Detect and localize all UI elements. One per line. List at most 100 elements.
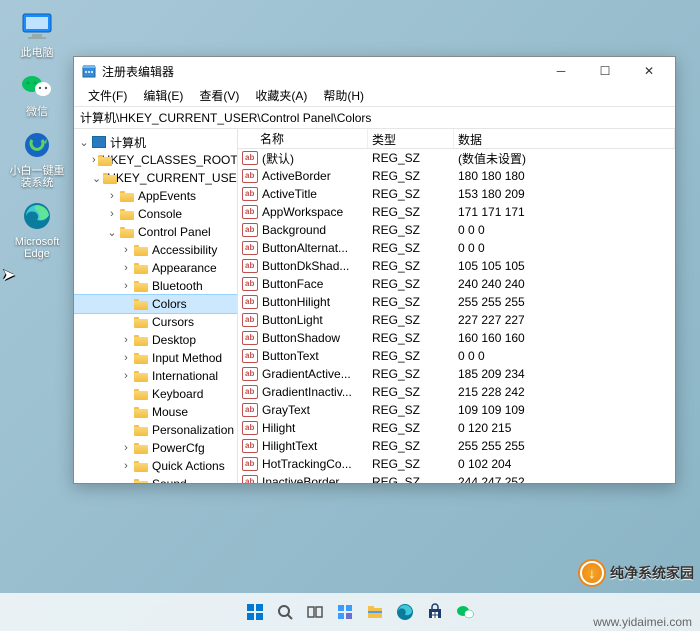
reg-string-icon: [242, 457, 258, 471]
tree-node[interactable]: Colors: [74, 295, 237, 313]
menu-fav[interactable]: 收藏夹(A): [247, 85, 315, 106]
folder-icon: [134, 262, 148, 274]
twisty-icon[interactable]: ›: [92, 154, 96, 166]
minimize-button[interactable]: ─: [539, 57, 583, 85]
taskbar-start-button[interactable]: [243, 600, 267, 624]
menu-file[interactable]: 文件(F): [80, 85, 135, 106]
taskbar-store-button[interactable]: [423, 600, 447, 624]
list-header[interactable]: 名称 类型 数据: [238, 129, 675, 149]
list-row[interactable]: HilightTextREG_SZ255 255 255: [238, 437, 675, 455]
list-row[interactable]: ButtonLightREG_SZ227 227 227: [238, 311, 675, 329]
taskbar[interactable]: www.yidaimei.com: [0, 593, 700, 631]
list-row[interactable]: ButtonAlternat...REG_SZ0 0 0: [238, 239, 675, 257]
tree-node[interactable]: ›Console: [74, 205, 237, 223]
taskbar-taskview-button[interactable]: [303, 600, 327, 624]
tree-node[interactable]: ›International: [74, 367, 237, 385]
desktop-icon-installer[interactable]: 小白一键重装系统: [6, 128, 68, 189]
twisty-icon[interactable]: ›: [120, 244, 132, 256]
taskbar-wechat-button[interactable]: [453, 600, 477, 624]
menubar: 文件(F) 编辑(E) 查看(V) 收藏夹(A) 帮助(H): [74, 85, 675, 107]
folder-icon: [120, 208, 134, 220]
desktop-icon-pc[interactable]: 此电脑: [6, 10, 68, 59]
taskbar-search-button[interactable]: [273, 600, 297, 624]
twisty-icon[interactable]: ⌄: [78, 136, 90, 149]
pc-icon: [20, 10, 54, 44]
reg-string-icon: [242, 313, 258, 327]
twisty-icon[interactable]: ›: [120, 334, 132, 346]
titlebar[interactable]: 注册表编辑器 ─ ☐ ✕: [74, 57, 675, 85]
taskbar-center: [243, 600, 477, 624]
list-row[interactable]: GrayTextREG_SZ109 109 109: [238, 401, 675, 419]
tree-node[interactable]: ›AppEvents: [74, 187, 237, 205]
tree-root[interactable]: ⌄ 计算机: [74, 133, 237, 151]
twisty-icon[interactable]: ›: [120, 442, 132, 454]
list-row[interactable]: HilightREG_SZ0 120 215: [238, 419, 675, 437]
list-row[interactable]: InactiveBorderREG_SZ244 247 252: [238, 473, 675, 483]
taskbar-edge-button[interactable]: [393, 600, 417, 624]
tree-node[interactable]: Sound: [74, 475, 237, 483]
tree-node[interactable]: ›PowerCfg: [74, 439, 237, 457]
tree-node[interactable]: Cursors: [74, 313, 237, 331]
tree-node[interactable]: ⌄HKEY_CURRENT_USER: [74, 169, 237, 187]
twisty-icon[interactable]: ›: [120, 352, 132, 364]
value-data: 105 105 105: [454, 259, 675, 273]
col-data[interactable]: 数据: [454, 129, 675, 148]
col-name[interactable]: 名称: [238, 129, 368, 148]
tree-node[interactable]: ›Appearance: [74, 259, 237, 277]
desktop-icon-label: 小白一键重装系统: [6, 165, 68, 189]
value-type: REG_SZ: [368, 331, 454, 345]
desktop-icon-edge[interactable]: Microsoft Edge: [6, 199, 68, 260]
maximize-button[interactable]: ☐: [583, 57, 627, 85]
tree-node[interactable]: ›Desktop: [74, 331, 237, 349]
twisty-icon[interactable]: ›: [106, 208, 118, 220]
list-row[interactable]: (默认)REG_SZ(数值未设置): [238, 149, 675, 167]
reg-string-icon: [242, 367, 258, 381]
list-row[interactable]: ButtonTextREG_SZ0 0 0: [238, 347, 675, 365]
value-type: REG_SZ: [368, 313, 454, 327]
tree-node[interactable]: Keyboard: [74, 385, 237, 403]
tree-node[interactable]: ›HKEY_CLASSES_ROOT: [74, 151, 237, 169]
tree-node[interactable]: ⌄Control Panel: [74, 223, 237, 241]
list-row[interactable]: ActiveTitleREG_SZ153 180 209: [238, 185, 675, 203]
address-bar[interactable]: 计算机\HKEY_CURRENT_USER\Control Panel\Colo…: [74, 107, 675, 129]
tree-node[interactable]: ›Input Method: [74, 349, 237, 367]
registry-tree[interactable]: ⌄ 计算机 ›HKEY_CLASSES_ROOT⌄HKEY_CURRENT_US…: [74, 129, 238, 483]
value-type: REG_SZ: [368, 475, 454, 483]
twisty-icon[interactable]: ⌄: [92, 172, 101, 185]
value-name: InactiveBorder: [262, 475, 339, 483]
value-name: GradientInactiv...: [262, 385, 352, 399]
twisty-icon[interactable]: ›: [106, 190, 118, 202]
reg-string-icon: [242, 223, 258, 237]
list-row[interactable]: HotTrackingCo...REG_SZ0 102 204: [238, 455, 675, 473]
taskbar-widgets-button[interactable]: [333, 600, 357, 624]
twisty-icon[interactable]: ›: [120, 262, 132, 274]
col-type[interactable]: 类型: [368, 129, 454, 148]
taskbar-explorer-button[interactable]: [363, 600, 387, 624]
list-row[interactable]: ButtonHilightREG_SZ255 255 255: [238, 293, 675, 311]
list-row[interactable]: BackgroundREG_SZ0 0 0: [238, 221, 675, 239]
tree-node[interactable]: ›Bluetooth: [74, 277, 237, 295]
twisty-icon[interactable]: ›: [120, 460, 132, 472]
twisty-icon[interactable]: ›: [120, 370, 132, 382]
list-row[interactable]: AppWorkspaceREG_SZ171 171 171: [238, 203, 675, 221]
twisty-icon[interactable]: ›: [120, 280, 132, 292]
twisty-icon[interactable]: ⌄: [106, 226, 118, 239]
desktop-icon-wechat[interactable]: 微信: [6, 69, 68, 118]
list-row[interactable]: ButtonDkShad...REG_SZ105 105 105: [238, 257, 675, 275]
tree-node[interactable]: ›Accessibility: [74, 241, 237, 259]
tree-node[interactable]: ›Quick Actions: [74, 457, 237, 475]
menu-view[interactable]: 查看(V): [191, 85, 247, 106]
tree-node[interactable]: Personalization: [74, 421, 237, 439]
menu-help[interactable]: 帮助(H): [315, 85, 372, 106]
menu-edit[interactable]: 编辑(E): [135, 85, 191, 106]
list-row[interactable]: ButtonShadowREG_SZ160 160 160: [238, 329, 675, 347]
tree-node[interactable]: Mouse: [74, 403, 237, 421]
tree-node-label: Personalization: [152, 423, 234, 437]
list-row[interactable]: ActiveBorderREG_SZ180 180 180: [238, 167, 675, 185]
close-button[interactable]: ✕: [627, 57, 671, 85]
folder-icon: [134, 352, 148, 364]
list-row[interactable]: GradientInactiv...REG_SZ215 228 242: [238, 383, 675, 401]
list-row[interactable]: ButtonFaceREG_SZ240 240 240: [238, 275, 675, 293]
value-data: 0 120 215: [454, 421, 675, 435]
list-row[interactable]: GradientActive...REG_SZ185 209 234: [238, 365, 675, 383]
